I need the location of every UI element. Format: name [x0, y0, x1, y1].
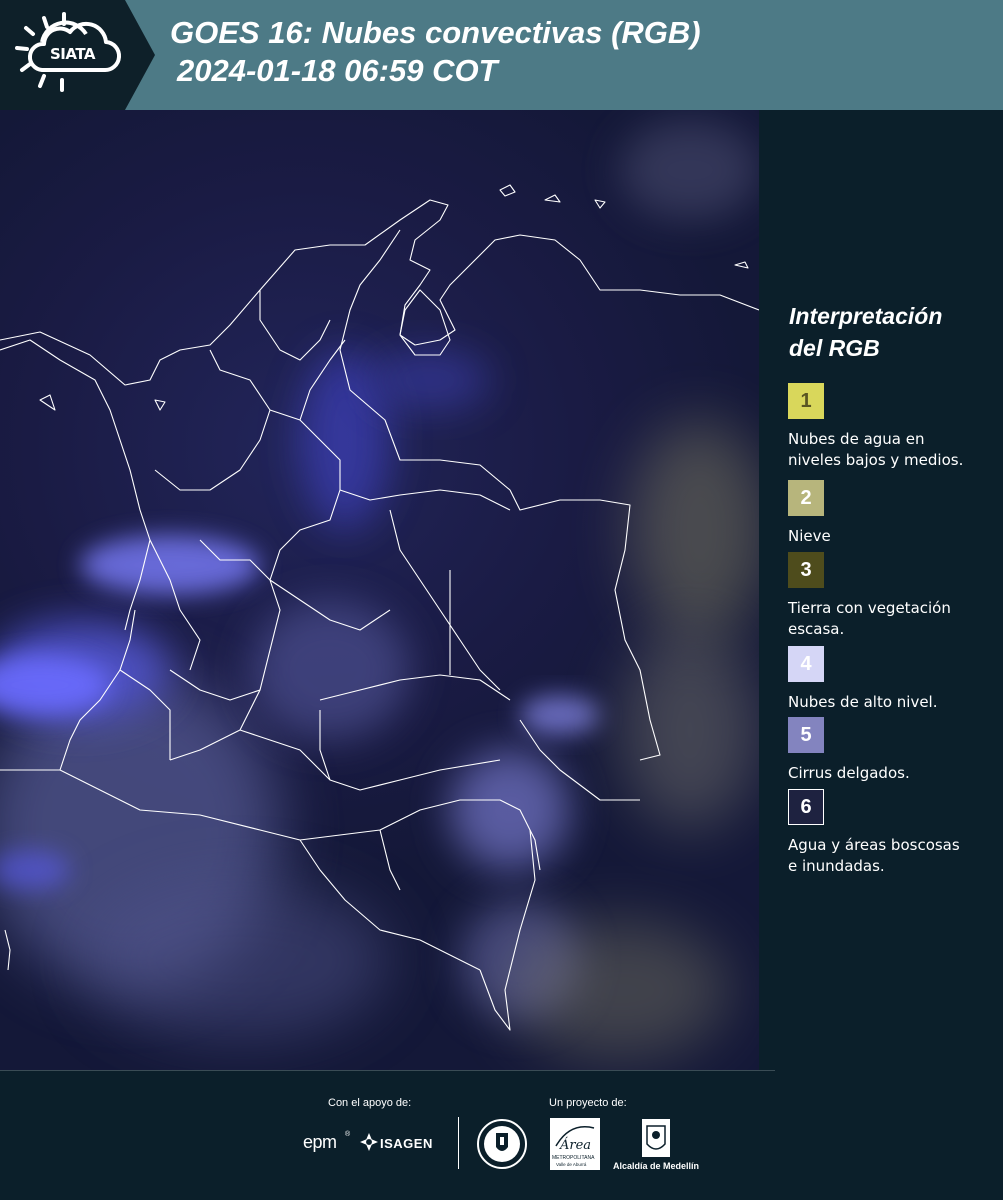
- legend-item-2: 2 Nieve: [788, 480, 998, 547]
- legend-item-4: 4 Nubes de alto nivel.: [788, 646, 998, 713]
- legend-label-6: Agua y áreas boscosas e inundadas.: [788, 835, 998, 877]
- legend-swatch-3: 3: [788, 552, 824, 588]
- legend-label-1: Nubes de agua en niveles bajos y medios.: [788, 429, 998, 471]
- footer-divider-line: [0, 1070, 775, 1071]
- registered-mark-icon: ®: [345, 1131, 351, 1138]
- legend-number-5: 5: [800, 723, 812, 746]
- legend-label-1-line1: Nubes de agua en: [788, 430, 925, 448]
- project-caption: Un proyecto de:: [549, 1097, 627, 1109]
- legend-label-5: Cirrus delgados.: [788, 763, 998, 784]
- epm-logo: epm: [303, 1132, 337, 1152]
- page-title: GOES 16: Nubes convectivas (RGB) 2024-01…: [170, 14, 701, 90]
- legend-label-3-line1: Tierra con vegetación: [788, 599, 951, 617]
- legend-title: Interpretación del RGB: [789, 300, 989, 364]
- legend-item-1: 1 Nubes de agua en niveles bajos y medio…: [788, 383, 998, 471]
- satellite-map[interactable]: [0, 110, 759, 1070]
- legend-item-3: 3 Tierra con vegetación escasa.: [788, 552, 998, 640]
- area-logo-sub2: Valle de Aburrá: [556, 1162, 587, 1167]
- header-bar: SIATA GOES 16: Nubes convectivas (RGB) 2…: [0, 0, 1003, 110]
- legend-label-6-line1: Agua y áreas boscosas: [788, 836, 960, 854]
- title-product: GOES 16: Nubes convectivas (RGB): [170, 15, 701, 50]
- legend-swatch-4: 4: [788, 646, 824, 682]
- legend-panel: Interpretación del RGB 1 Nubes de agua e…: [759, 110, 1003, 1070]
- legend-label-2-line1: Nieve: [788, 527, 831, 545]
- legend-label-5-line1: Cirrus delgados.: [788, 764, 910, 782]
- legend-label-1-line2: niveles bajos y medios.: [788, 451, 964, 469]
- siata-logo: SIATA: [0, 0, 155, 110]
- legend-label-3-line2: escasa.: [788, 620, 845, 638]
- alcaldia-logo-text: Alcaldía de Medellín: [613, 1161, 700, 1171]
- footer: Con el apoyo de: Un proyecto de: epm ® I…: [0, 1070, 1003, 1200]
- legend-swatch-6: 6: [788, 789, 824, 825]
- area-logo-wordmark: Área: [560, 1138, 592, 1153]
- support-caption: Con el apoyo de:: [328, 1097, 412, 1109]
- legend-label-4-line1: Nubes de alto nivel.: [788, 693, 938, 711]
- legend-number-2: 2: [800, 486, 812, 509]
- legend-number-4: 4: [800, 652, 812, 675]
- area-logo-sub1: METROPOLITANA: [552, 1155, 595, 1161]
- isagen-logo-icon: [360, 1133, 378, 1151]
- legend-number-6: 6: [800, 795, 812, 818]
- medellin-seal-icon: [477, 1119, 527, 1169]
- siata-logo-text: SIATA: [50, 45, 96, 63]
- legend-number-1: 1: [800, 389, 812, 412]
- legend-title-line1: Interpretación: [789, 303, 943, 329]
- legend-swatch-5: 5: [788, 717, 824, 753]
- alcaldia-shield-icon: [642, 1119, 670, 1157]
- legend-swatch-1: 1: [788, 383, 824, 419]
- legend-label-2: Nieve: [788, 526, 998, 547]
- legend-label-3: Tierra con vegetación escasa.: [788, 598, 998, 640]
- legend-label-4: Nubes de alto nivel.: [788, 692, 998, 713]
- title-timestamp: 2024-01-18 06:59 COT: [177, 53, 498, 88]
- legend-item-6: 6 Agua y áreas boscosas e inundadas.: [788, 789, 998, 877]
- footer-vertical-divider: [458, 1117, 459, 1169]
- legend-label-6-line2: e inundadas.: [788, 857, 885, 875]
- satellite-map-canvas: [0, 120, 759, 1060]
- legend-number-3: 3: [800, 558, 812, 581]
- isagen-logo: ISAGEN: [380, 1136, 433, 1151]
- legend-title-line2: del RGB: [789, 335, 880, 361]
- legend-swatch-2: 2: [788, 480, 824, 516]
- legend-item-5: 5 Cirrus delgados.: [788, 717, 998, 784]
